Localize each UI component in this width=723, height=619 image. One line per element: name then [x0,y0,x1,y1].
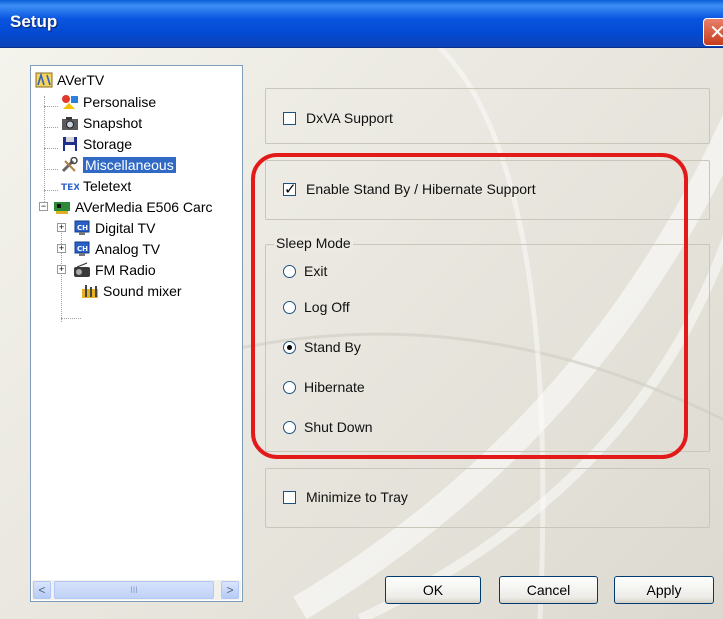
radio-exit[interactable] [283,264,296,278]
dxva-checkbox[interactable] [283,111,296,125]
minimize-checkbox-row[interactable]: Minimize to Tray [283,489,408,505]
tree-line [44,169,58,170]
channel-icon: CH [74,220,90,235]
svg-text:CH: CH [77,224,88,232]
camera-icon [62,117,78,130]
radio-stand-by-label: Stand By [304,339,361,355]
radio-shut-down-row[interactable]: Shut Down [283,419,372,435]
title-bar[interactable]: Setup ✕ [0,0,723,48]
tree-item-snapshot[interactable]: Snapshot [61,113,142,133]
svg-text:CH: CH [77,245,88,253]
setup-window: Setup ✕ AVerTV Personalise Snapshot Stor… [0,0,723,619]
tree-horizontal-scrollbar[interactable]: < III > [32,580,241,600]
personalise-icon [62,95,78,109]
radio-exit-row[interactable]: Exit [283,263,327,279]
radio-hibernate-row[interactable]: Hibernate [283,379,365,395]
radio-log-off[interactable] [283,300,296,314]
tree-item-label-selected: Miscellaneous [83,157,176,173]
standby-checkbox-row[interactable]: Enable Stand By / Hibernate Support [283,180,536,198]
tree-item-fm-radio[interactable]: FM Radio [73,260,156,280]
minimize-checkbox[interactable] [283,490,296,504]
tree-line [44,148,58,149]
settings-tree[interactable]: AVerTV Personalise Snapshot Storage Misc… [30,65,243,602]
tree-item-avertv[interactable]: AVerTV [35,70,104,90]
sound-mixer-icon [82,285,98,298]
tree-item-teletext[interactable]: TEXT Teletext [61,176,131,196]
tree-item-digital-tv[interactable]: CH Digital TV [73,218,155,238]
radio-log-off-label: Log Off [304,299,350,315]
radio-hibernate[interactable] [283,380,296,394]
cancel-button[interactable]: Cancel [499,576,598,604]
window-title: Setup [10,12,58,31]
tree-item-avermedia-card[interactable]: AVerMedia E506 Carc [53,197,212,217]
scroll-thumb[interactable]: III [54,581,214,599]
standby-label: Enable Stand By / Hibernate Support [306,181,536,197]
minimize-label: Minimize to Tray [306,489,408,505]
channel-icon: CH [74,241,90,256]
radio-stand-by[interactable] [283,340,296,354]
expand-digital-tv-button[interactable]: + [57,223,66,232]
radio-stand-by-row[interactable]: Stand By [283,339,361,355]
scroll-left-button[interactable]: < [33,581,51,599]
dxva-checkbox-row[interactable]: DxVA Support [283,110,393,126]
standby-checkbox[interactable] [283,180,297,198]
svg-text:TEXT: TEXT [61,183,79,193]
radio-exit-label: Exit [304,263,328,279]
radio-shut-down-label: Shut Down [304,419,373,435]
apply-button[interactable]: Apply [614,576,714,604]
expand-analog-tv-button[interactable]: + [57,244,66,253]
tree-line [61,318,81,319]
tree-item-sound-mixer[interactable]: Sound mixer [81,281,182,301]
tree-line [44,106,58,107]
tools-icon [61,157,78,173]
radio-shut-down[interactable] [283,420,296,434]
expand-fm-radio-button[interactable]: + [57,265,66,274]
tv-card-icon [54,202,70,214]
radio-log-off-row[interactable]: Log Off [283,299,350,315]
dxva-label: DxVA Support [306,110,393,126]
collapse-card-button[interactable]: − [39,202,48,211]
tree-line [44,127,58,128]
scroll-right-button[interactable]: > [221,581,239,599]
tree-item-personalise[interactable]: Personalise [61,92,156,112]
teletext-icon: TEXT [61,183,79,193]
close-button[interactable]: ✕ [703,18,723,46]
tree-item-miscellaneous[interactable]: Miscellaneous [61,155,176,175]
ok-button[interactable]: OK [385,576,481,604]
avertv-icon [35,72,53,88]
radio-icon [74,262,90,277]
tree-line [61,226,62,322]
dialog-content: AVerTV Personalise Snapshot Storage Misc… [0,48,723,619]
sleep-mode-legend: Sleep Mode [274,235,353,251]
tree-line [44,190,58,191]
floppy-disk-icon [63,137,77,151]
tree-item-storage[interactable]: Storage [61,134,132,154]
radio-hibernate-label: Hibernate [304,379,365,395]
tree-item-analog-tv[interactable]: CH Analog TV [73,239,160,259]
close-icon: ✕ [709,22,723,44]
